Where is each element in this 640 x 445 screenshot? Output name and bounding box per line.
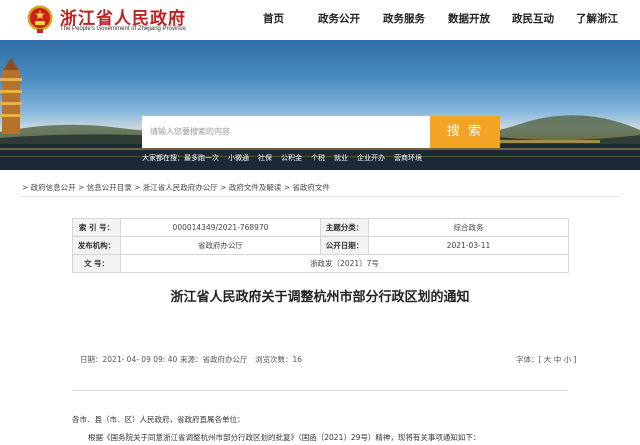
body-paragraph: 根据《国务院关于同意浙江省调整杭州市部分行政区划的批复》（国函〔2021〕29号… (88, 433, 481, 442)
table-row: 发布机构： 省政府办公厅 公开日期： 2021-03-11 (72, 236, 569, 255)
hot-search-words: 大家都在搜：最多跑一次 小微通 社保 公积金 个税 就业 企业开办 营商环境 (142, 153, 431, 163)
nav-interaction[interactable]: 政民互动 (512, 11, 554, 26)
hot-word-link[interactable]: 社保 (258, 154, 272, 162)
national-emblem-icon (27, 5, 53, 33)
table-row: 文 号： 浙政发〔2021〕7号 (72, 254, 569, 273)
banner-image: 请输入您要搜索的内容 搜 索 大家都在搜：最多跑一次 小微通 社保 公积金 个税 就业 企业… (0, 40, 640, 170)
hot-word-link[interactable]: 小微通 (228, 154, 249, 162)
west-lake-scenery (0, 58, 640, 170)
divider (72, 390, 568, 391)
view-count: 浏览次数：16 (255, 355, 303, 364)
nav-data-open[interactable]: 数据开放 (448, 11, 490, 26)
source-label: 来源：省政府办公厅 (180, 355, 248, 364)
publisher-value: 省政府办公厅 (120, 236, 321, 255)
nav-gov-open[interactable]: 政务公开 (318, 11, 360, 26)
hot-word-link[interactable]: 公积金 (281, 154, 302, 162)
publisher-label: 发布机构： (72, 236, 121, 255)
document-meta-table: 索 引 号： 000014349/2021-768970 主题分类： 综合政务 … (72, 218, 569, 273)
hot-word-link[interactable]: 个税 (311, 154, 325, 162)
body-salutation: 各市、县（市、区）人民政府，省政府直属各单位： (72, 415, 245, 424)
hot-word-link[interactable]: 企业开办 (357, 154, 385, 162)
pagoda-icon (0, 58, 22, 134)
hot-word-link[interactable]: 就业 (334, 154, 348, 162)
category-value: 综合政务 (368, 218, 569, 237)
nav-gov-service[interactable]: 政务服务 (383, 11, 425, 26)
date-value: 2021-03-11 (368, 236, 569, 255)
search-button[interactable]: 搜 索 (430, 116, 500, 148)
category-label: 主题分类： (320, 218, 369, 237)
docno-value: 浙政发〔2021〕7号 (120, 254, 569, 273)
divider (20, 196, 620, 197)
site-header: 浙江省人民政府 The People's Government of Zheji… (0, 0, 640, 40)
page-title: 浙江省人民政府关于调整杭州市部分行政区划的通知 (170, 290, 470, 305)
hot-word-link[interactable]: 营商环境 (394, 154, 422, 162)
font-size-switcher[interactable]: 字体：[ 大 中 小 ] (516, 354, 576, 365)
search-input[interactable]: 请输入您要搜索的内容 (142, 116, 430, 148)
hot-search-label: 大家都在搜： (142, 154, 184, 162)
site-logo-subtitle: The People's Government of Zhejiang Prov… (60, 26, 186, 32)
nav-home[interactable]: 首页 (263, 11, 284, 26)
index-label: 索 引 号： (72, 218, 121, 237)
publish-date: 日期：2021- 04- 09 09: 40 (80, 355, 178, 364)
table-row: 索 引 号： 000014349/2021-768970 主题分类： 综合政务 (72, 218, 569, 237)
date-label: 公开日期： (320, 236, 369, 255)
docno-label: 文 号： (72, 254, 121, 273)
hot-word-link[interactable]: 最多跑一次 (184, 154, 219, 162)
breadcrumb[interactable]: > 政府信息公开 > 信息公开目录 > 浙江省人民政府办公厅 > 政府文件及解读… (22, 182, 330, 193)
index-value: 000014349/2021-768970 (120, 218, 321, 237)
nav-about-zhejiang[interactable]: 了解浙江 (576, 11, 618, 26)
